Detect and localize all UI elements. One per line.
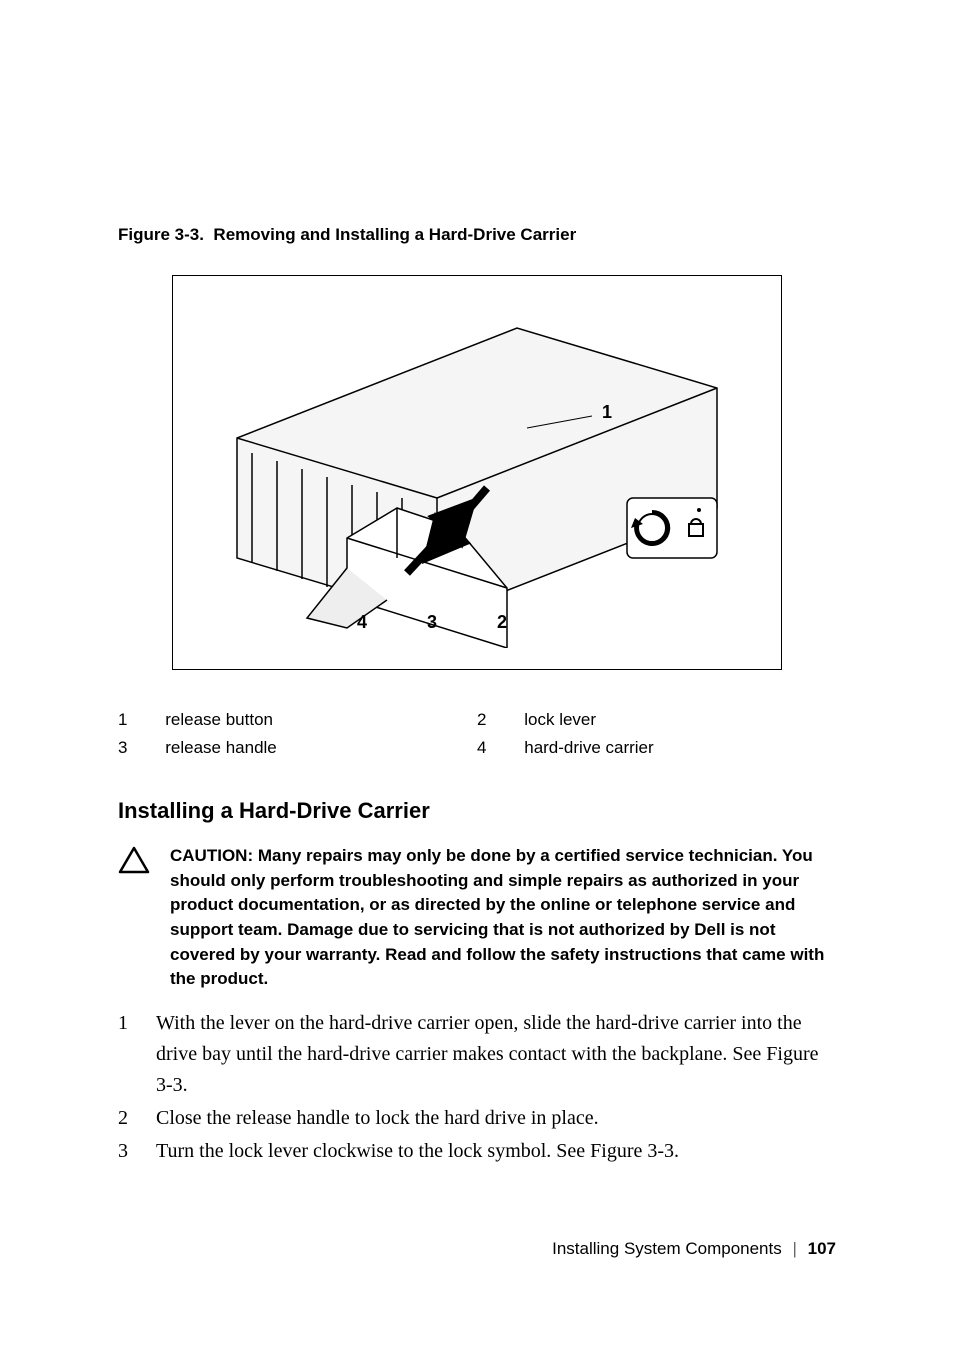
steps-list: 1 With the lever on the hard-drive carri… [118,1008,836,1167]
figure-caption-title: Removing and Installing a Hard-Drive Car… [213,225,576,244]
callout-4: 4 [357,612,367,632]
figure-caption-prefix: Figure 3-3. [118,225,204,244]
caution-block: CAUTION: Many repairs may only be done b… [118,844,836,992]
footer-section: Installing System Components [552,1239,782,1258]
step-number: 1 [118,1008,156,1101]
step-number: 2 [118,1103,156,1134]
figure-legend: 1 release button 2 lock lever 3 release … [118,710,836,758]
footer-page-number: 107 [808,1239,836,1258]
callout-3: 3 [427,612,437,632]
callout-2: 2 [497,612,507,632]
figure-caption: Figure 3-3. Removing and Installing a Ha… [118,225,836,245]
caution-icon [118,844,150,992]
step-text: Turn the lock lever clockwise to the loc… [156,1136,836,1167]
step-item: 3 Turn the lock lever clockwise to the l… [118,1136,836,1167]
footer-separator: | [792,1239,796,1258]
legend-num: 2 [477,710,524,730]
step-text: Close the release handle to lock the har… [156,1103,836,1134]
step-item: 1 With the lever on the hard-drive carri… [118,1008,836,1101]
step-item: 2 Close the release handle to lock the h… [118,1103,836,1134]
legend-row: 3 release handle 4 hard-drive carrier [118,738,836,758]
section-heading: Installing a Hard-Drive Carrier [118,798,836,824]
callout-1: 1 [602,402,612,422]
legend-label: release button [165,710,477,730]
step-number: 3 [118,1136,156,1167]
legend-label: hard-drive carrier [524,738,836,758]
legend-row: 1 release button 2 lock lever [118,710,836,730]
caution-text: CAUTION: Many repairs may only be done b… [170,844,836,992]
legend-num: 3 [118,738,165,758]
figure-illustration: 1 2 3 4 [172,275,782,670]
step-text: With the lever on the hard-drive carrier… [156,1008,836,1101]
legend-num: 1 [118,710,165,730]
page-footer: Installing System Components | 107 [552,1239,836,1259]
hard-drive-carrier-diagram: 1 2 3 4 [197,298,757,648]
legend-label: lock lever [524,710,836,730]
legend-label: release handle [165,738,477,758]
legend-num: 4 [477,738,524,758]
